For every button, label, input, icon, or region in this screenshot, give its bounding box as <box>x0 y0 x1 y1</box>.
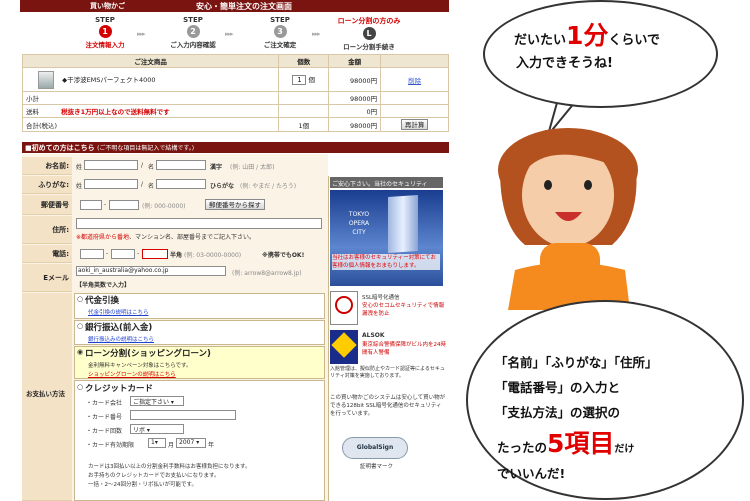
line-price: 98000円 <box>328 67 382 92</box>
card-split-select[interactable]: リボ ▾ <box>130 424 184 434</box>
step-arrow-icon: ▸▸▸ <box>137 30 145 38</box>
step-3: STEP 3 ご注文確定 <box>263 16 297 49</box>
table-row: 合計(税込) 1個 98000円 再計算 <box>21 117 449 132</box>
order-title: 安心・簡単注文の注文画面 <box>196 2 292 11</box>
email-label: Eメール <box>22 264 72 292</box>
radio-loan[interactable]: ◉ <box>77 348 83 356</box>
step-1: STEP 1 注文情報入力 <box>85 16 125 49</box>
col-amount: 金額 <box>328 54 382 68</box>
address-label: 住所: <box>22 216 72 244</box>
tel-label: 電話: <box>22 245 72 263</box>
quantity-input[interactable]: 1 <box>292 75 307 85</box>
col-product: ご注文商品 <box>21 54 280 68</box>
shipping-value: 0円 <box>328 104 382 118</box>
total-value: 98000円 <box>328 117 382 132</box>
last-name-kana-input[interactable] <box>84 179 138 189</box>
radio-cod[interactable]: ○ <box>77 295 83 303</box>
product-name: ◆干渉波EMSパーフェクト4000 <box>62 75 156 84</box>
alsok-logo <box>330 330 358 364</box>
order-header: 買い物かご 安心・簡単注文の注文画面 <box>20 0 449 12</box>
top-bubble-line2: 入力できそうね! <box>516 56 613 71</box>
col-qty: 個数 <box>278 54 330 68</box>
email-input[interactable]: aoki_in_australia@yahoo.co.jp <box>76 266 226 276</box>
opera-city-photo: TOKYO OPERA CITY 当社はお客様のセキュリティー対策にてお客様の個… <box>330 190 443 286</box>
bank-info-link[interactable]: 銀行振込みの説明はこちら <box>88 335 154 343</box>
delete-link[interactable]: 削除 <box>408 77 421 85</box>
subtotal-value: 98000円 <box>328 91 382 105</box>
step-arrow-icon: ▸▸▸ <box>312 30 320 38</box>
cart-label: 買い物かご <box>90 2 125 10</box>
address-input[interactable] <box>76 218 322 229</box>
card-number-input[interactable] <box>130 410 236 420</box>
bottom-bubble-line4: たったの5項目だけ <box>497 429 635 458</box>
table-row: ◆干渉波EMSパーフェクト4000 1 個 98000円 削除 <box>21 67 449 92</box>
expiry-month-select[interactable]: 1▾ <box>148 438 166 448</box>
security-header: ご安心下さい。当社のセキュリティ <box>330 177 443 188</box>
radio-credit[interactable]: ○ <box>77 383 83 391</box>
loan-info-link[interactable]: ショッピングローンの説明はこちら <box>88 370 176 378</box>
order-table: ご注文商品 個数 金額 ◆干渉波EMSパーフェクト4000 1 個 98000円… <box>21 54 449 132</box>
step-loan: ローン分割の方のみ L ローン分割手続き <box>337 17 401 51</box>
recalc-button[interactable]: 再計算 <box>400 119 429 130</box>
first-name-input[interactable] <box>156 160 206 170</box>
zip-search-button[interactable]: 郵便番号から探す <box>205 199 265 210</box>
table-row: 送料 税抜き1万円以上なので送料無料です 0円 <box>21 104 449 118</box>
kana-label: ふりがな: <box>22 176 72 194</box>
globalsign-seal[interactable]: GlobalSign <box>342 437 408 459</box>
step-2: STEP 2 ご入力内容確認 <box>170 16 216 49</box>
card-company-select[interactable]: ご指定下さい ▾ <box>130 396 184 406</box>
table-row: 小計 98000円 <box>21 91 449 105</box>
cod-info-link[interactable]: 代金引換の説明はこちら <box>88 308 149 316</box>
expiry-year-select[interactable]: 2007 ▾ <box>176 438 206 448</box>
form-section-header: ■初めての方はこちら (ご不明な項目は無記入で結構です。) <box>22 142 449 153</box>
zip-label: 郵便番号 <box>22 195 72 215</box>
last-name-input[interactable] <box>84 160 138 170</box>
payment-label: お支払い方法 <box>22 293 72 501</box>
step-arrow-icon: ▸▸▸ <box>225 30 233 38</box>
tel-1-input[interactable] <box>80 249 104 259</box>
radio-bank[interactable]: ○ <box>77 322 83 330</box>
secom-logo <box>330 291 358 325</box>
name-label: お名前: <box>22 157 72 175</box>
order-screenshot: 買い物かご 安心・簡単注文の注文画面 STEP 1 注文情報入力 ▸▸▸ STE… <box>0 0 449 501</box>
woman-character <box>498 128 638 310</box>
zip-second-input[interactable] <box>109 200 139 210</box>
tel-3-input[interactable] <box>142 249 168 259</box>
first-name-kana-input[interactable] <box>156 179 206 189</box>
top-bubble-line1: だいたい1分くらいで <box>514 21 661 50</box>
zip-first-input[interactable] <box>80 200 102 210</box>
tel-2-input[interactable] <box>111 249 135 259</box>
product-image <box>38 70 54 89</box>
tower-building <box>388 194 418 254</box>
shipping-note: 税抜き1万円以上なので送料無料です <box>61 108 170 116</box>
